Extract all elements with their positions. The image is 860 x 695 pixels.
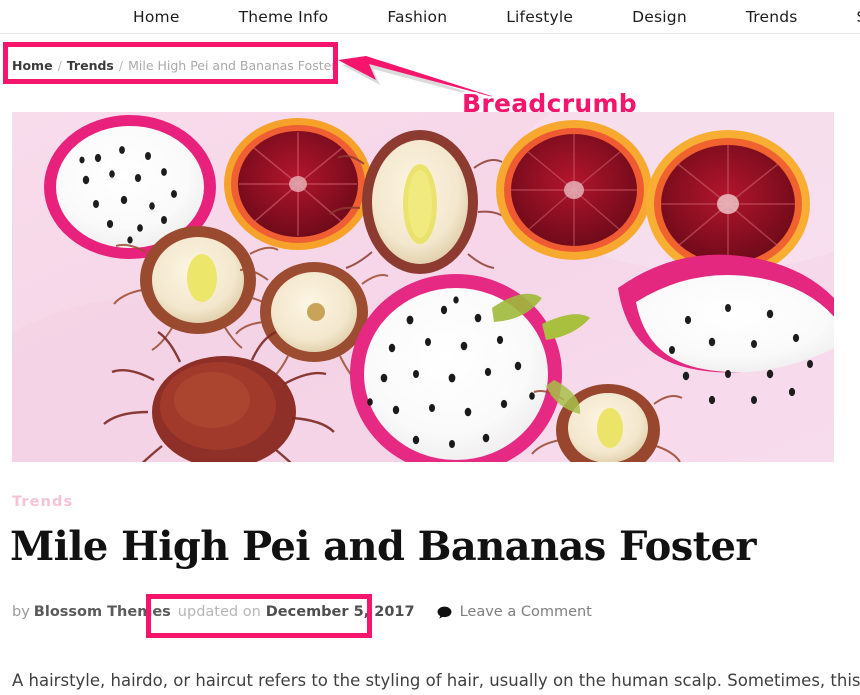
meta-by-label: by [12,604,30,620]
speech-bubble-icon [437,606,452,619]
nav-item-home[interactable]: Home [133,8,180,26]
nav-item-design[interactable]: Design [632,8,687,26]
breadcrumb-item-trends[interactable]: Trends [67,58,114,73]
annotation-arrow-icon [338,56,518,108]
meta-author[interactable]: Blossom Themes [34,604,171,620]
page-title: Mile High Pei and Bananas Foster [10,523,756,570]
nav-item-theme-info[interactable]: Theme Info [239,8,329,26]
meta-date: December 5, 2017 [265,604,415,620]
nav-item-style[interactable]: Sty [857,8,860,26]
breadcrumb-separator: / [57,58,62,73]
nav-item-lifestyle[interactable]: Lifestyle [506,8,573,26]
nav-item-trends[interactable]: Trends [746,8,798,26]
featured-image [12,112,834,462]
breadcrumb-item-home[interactable]: Home [12,58,53,73]
primary-navigation: Home Theme Info Fashion Lifestyle Design… [0,0,860,34]
breadcrumb: Home / Trends / Mile High Pei and Banana… [12,58,336,73]
meta-updated-label: updated on [177,604,261,620]
leave-a-comment-link[interactable]: Leave a Comment [460,604,592,620]
post-body-text: A hairstyle, hairdo, or haircut refers t… [12,671,860,690]
post-meta: by Blossom Themes updated on December 5,… [12,604,592,620]
post-category-label[interactable]: Trends [12,494,73,510]
breadcrumb-item-current: Mile High Pei and Bananas Foster [128,58,337,73]
nav-list: Home Theme Info Fashion Lifestyle Design… [133,0,860,33]
blog-post-page: Home Theme Info Fashion Lifestyle Design… [0,0,860,695]
nav-item-fashion[interactable]: Fashion [387,8,447,26]
breadcrumb-separator: / [118,58,124,73]
